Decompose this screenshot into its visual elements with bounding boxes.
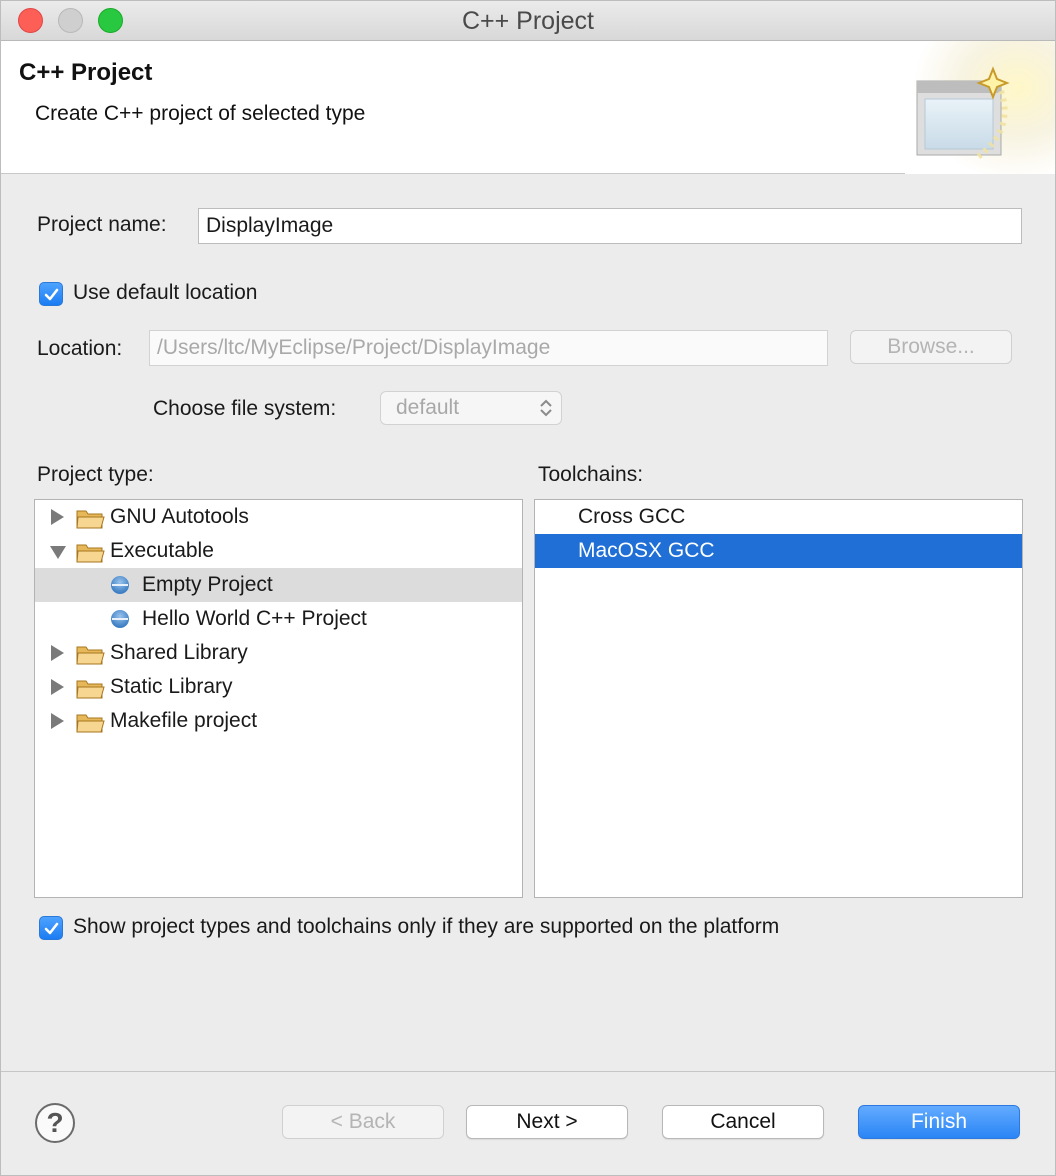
project-template-icon xyxy=(111,610,129,628)
tree-item-label: Empty Project xyxy=(142,573,273,596)
expand-arrow-icon[interactable] xyxy=(51,509,64,525)
checkmark-icon xyxy=(44,288,59,301)
tree-item-label: Executable xyxy=(110,539,214,562)
tree-item-makefile-project[interactable]: Makefile project xyxy=(35,704,522,738)
tree-item-shared-library[interactable]: Shared Library xyxy=(35,636,522,670)
help-icon[interactable]: ? xyxy=(35,1103,75,1143)
use-default-location-checkbox[interactable] xyxy=(39,282,63,306)
footer-divider xyxy=(1,1071,1055,1072)
tree-item-static-library[interactable]: Static Library xyxy=(35,670,522,704)
project-type-tree[interactable]: GNU Autotools Executable Empty Project H… xyxy=(34,499,523,898)
project-type-label: Project type: xyxy=(37,463,154,486)
location-label: Location: xyxy=(37,337,123,360)
tree-item-label: GNU Autotools xyxy=(110,505,249,528)
collapse-arrow-icon[interactable] xyxy=(50,546,66,559)
tree-item-label: Makefile project xyxy=(110,709,258,732)
finish-button[interactable]: Finish xyxy=(858,1105,1020,1139)
folder-icon xyxy=(76,646,105,665)
file-system-label: Choose file system: xyxy=(153,397,337,420)
expand-arrow-icon[interactable] xyxy=(51,679,64,695)
back-button[interactable]: < Back xyxy=(282,1105,444,1139)
location-input[interactable]: /Users/ltc/MyEclipse/Project/DisplayImag… xyxy=(149,330,828,366)
banner-description: Create C++ project of selected type xyxy=(35,102,366,125)
tree-item-gnu-autotools[interactable]: GNU Autotools xyxy=(35,500,522,534)
title-bar: C++ Project xyxy=(1,1,1055,41)
tree-item-executable[interactable]: Executable xyxy=(35,534,522,568)
tree-item-empty-project[interactable]: Empty Project xyxy=(35,568,522,602)
tree-item-label: Hello World C++ Project xyxy=(142,607,367,630)
banner-title: C++ Project xyxy=(19,59,153,86)
folder-icon xyxy=(76,714,105,733)
cpp-project-dialog: C++ Project C++ Project Create C++ proje… xyxy=(0,0,1056,1176)
use-default-location-label: Use default location xyxy=(73,281,258,304)
tree-item-hello-world-cpp-project[interactable]: Hello World C++ Project xyxy=(35,602,522,636)
wizard-banner: C++ Project Create C++ project of select… xyxy=(1,41,1055,174)
browse-button[interactable]: Browse... xyxy=(850,330,1012,364)
toolchains-list[interactable]: Cross GCC MacOSX GCC xyxy=(534,499,1023,898)
expand-arrow-icon[interactable] xyxy=(51,713,64,729)
file-system-value: default xyxy=(396,396,460,419)
window-title: C++ Project xyxy=(461,7,594,35)
project-name-label: Project name: xyxy=(37,213,167,236)
new-project-wizard-icon xyxy=(905,41,1055,174)
tree-item-label: Shared Library xyxy=(110,641,248,664)
cancel-button[interactable]: Cancel xyxy=(662,1105,824,1139)
project-template-icon xyxy=(111,576,129,594)
toolchain-label: MacOSX GCC xyxy=(578,539,715,562)
folder-icon xyxy=(76,680,105,699)
folder-icon xyxy=(76,510,105,529)
next-button[interactable]: Next > xyxy=(466,1105,628,1139)
toolchains-label: Toolchains: xyxy=(538,463,644,486)
checkmark-icon xyxy=(44,922,59,935)
file-system-select[interactable]: default xyxy=(380,391,562,425)
toolchain-label: Cross GCC xyxy=(578,505,686,528)
tree-item-label: Static Library xyxy=(110,675,233,698)
toolchain-item-cross-gcc[interactable]: Cross GCC xyxy=(535,500,1022,534)
expand-arrow-icon[interactable] xyxy=(51,645,64,661)
folder-open-icon xyxy=(76,544,105,563)
chevron-updown-icon xyxy=(540,399,552,417)
supported-only-label: Show project types and toolchains only i… xyxy=(73,915,780,938)
toolchain-item-macosx-gcc[interactable]: MacOSX GCC xyxy=(535,534,1022,568)
supported-only-checkbox[interactable] xyxy=(39,916,63,940)
project-name-input[interactable]: DisplayImage xyxy=(198,208,1022,244)
